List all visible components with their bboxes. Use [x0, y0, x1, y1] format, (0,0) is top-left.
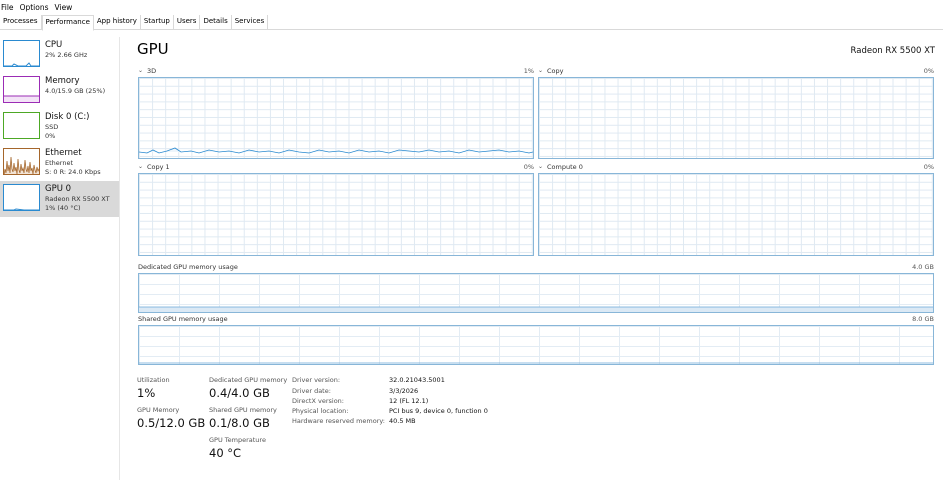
tab-app-history[interactable]: App history [94, 15, 141, 30]
ethernet-sparkline [4, 156, 39, 174]
gpu-temperature-value: 40 °C [209, 446, 242, 460]
dedicated-memory-value: 0.4/4.0 GB [209, 386, 270, 400]
graph-3d [138, 77, 534, 159]
chevron-down-icon[interactable]: ⌄ [538, 163, 543, 170]
graph-copy [538, 77, 934, 159]
driver-date-label: Driver date: [292, 387, 331, 395]
sidebar-item-label: Memory [45, 76, 80, 86]
tab-bar: Processes Performance App history Startu… [0, 15, 943, 31]
graph-percent-3d: 1% [523, 67, 534, 75]
engine-select-copy-1[interactable]: Copy 1 [147, 163, 170, 171]
utilization-label: Utilization [137, 376, 170, 384]
memory-thumbnail-graph [3, 76, 40, 103]
shared-memory-label: Shared GPU memory [209, 406, 277, 414]
engine-select-compute-0[interactable]: Compute 0 [547, 163, 583, 171]
driver-version-value: 32.0.21043.5001 [389, 376, 445, 384]
sidebar-item-label: Ethernet [45, 148, 82, 158]
hardware-reserved-memory-value: 40.5 MB [389, 417, 416, 425]
gpu-temperature-label: GPU Temperature [209, 436, 266, 444]
ethernet-thumbnail-graph [3, 148, 40, 175]
shared-memory-max: 8.0 GB [912, 315, 934, 323]
tab-processes[interactable]: Processes [0, 15, 42, 30]
sidebar-item-detail: Radeon RX 5500 XT [45, 195, 110, 203]
graph-percent-copy: 0% [923, 67, 934, 75]
sidebar-item-label: Disk 0 (C:) [45, 112, 90, 122]
sidebar-item-label: GPU 0 [45, 184, 72, 194]
page-title: GPU [137, 40, 169, 58]
engine-select-3d[interactable]: 3D [147, 67, 156, 75]
resource-sidebar: CPU 2% 2.66 GHz Memory 4.0/15.9 GB (25%)… [0, 37, 120, 480]
sidebar-item-cpu[interactable]: CPU 2% 2.66 GHz [0, 37, 119, 73]
sidebar-item-disk[interactable]: Disk 0 (C:) SSD 0% [0, 109, 119, 145]
graph-percent-copy-1: 0% [523, 163, 534, 171]
sidebar-item-detail: SSD [45, 123, 59, 131]
gpu-model-name: Radeon RX 5500 XT [850, 46, 935, 56]
cpu-sparkline [4, 62, 39, 66]
cpu-thumbnail-graph [3, 40, 40, 67]
shared-memory-graph [138, 325, 934, 365]
hardware-reserved-memory-label: Hardware reserved memory: [292, 417, 385, 425]
engine-select-copy[interactable]: Copy [547, 67, 564, 75]
sidebar-item-memory[interactable]: Memory 4.0/15.9 GB (25%) [0, 73, 119, 109]
dedicated-memory-label: Dedicated GPU memory [209, 376, 288, 384]
tab-services[interactable]: Services [232, 15, 269, 30]
sidebar-item-detail: 2% 2.66 GHz [45, 51, 88, 59]
dedicated-memory-max: 4.0 GB [912, 263, 934, 271]
sidebar-item-detail-2: 1% (40 °C) [45, 204, 81, 212]
shared-memory-value: 0.1/8.0 GB [209, 416, 270, 430]
sidebar-item-detail: 4.0/15.9 GB (25%) [45, 87, 106, 95]
sidebar-item-detail: Ethernet [45, 159, 73, 167]
menu-view[interactable]: View [52, 3, 76, 12]
tab-performance[interactable]: Performance [41, 15, 94, 31]
memory-sparkline [4, 95, 39, 102]
physical-location-value: PCI bus 9, device 0, function 0 [389, 407, 488, 415]
sidebar-item-label: CPU [45, 40, 63, 50]
menu-file[interactable]: File [0, 3, 17, 12]
dedicated-memory-fill [139, 306, 933, 312]
physical-location-label: Physical location: [292, 407, 349, 415]
menu-options[interactable]: Options [17, 3, 52, 12]
menu-bar: File Options View [0, 0, 943, 14]
gpu-memory-label: GPU Memory [137, 406, 180, 414]
dedicated-memory-graph [138, 273, 934, 313]
chevron-down-icon[interactable]: ⌄ [138, 67, 143, 74]
chevron-down-icon[interactable]: ⌄ [538, 67, 543, 74]
tab-details[interactable]: Details [200, 15, 232, 30]
disk-thumbnail-graph [3, 112, 40, 139]
shared-memory-graph-label: Shared GPU memory usage [138, 315, 228, 323]
driver-version-label: Driver version: [292, 376, 341, 384]
graph-copy-1 [138, 173, 534, 256]
dedicated-memory-graph-label: Dedicated GPU memory usage [138, 263, 238, 271]
graph-3d-line [139, 147, 533, 154]
graph-percent-compute-0: 0% [923, 163, 934, 171]
tab-startup[interactable]: Startup [141, 15, 174, 30]
directx-version-value: 12 (FL 12.1) [389, 397, 429, 405]
tab-users[interactable]: Users [174, 15, 201, 30]
gpu-thumbnail-graph [3, 184, 40, 211]
graph-compute-0 [538, 173, 934, 256]
sidebar-item-gpu[interactable]: GPU 0 Radeon RX 5500 XT 1% (40 °C) [0, 181, 119, 217]
sidebar-item-detail-2: S: 0 R: 24.0 Kbps [45, 168, 101, 176]
gpu-memory-value: 0.5/12.0 GB [137, 416, 206, 430]
gpu-sparkline [4, 208, 39, 210]
sidebar-item-ethernet[interactable]: Ethernet Ethernet S: 0 R: 24.0 Kbps [0, 145, 119, 181]
directx-version-label: DirectX version: [292, 397, 344, 405]
sidebar-item-detail-2: 0% [45, 132, 56, 140]
gpu-detail-panel: GPU Radeon RX 5500 XT ⌄ 3D 1% ⌄ Copy 0% … [136, 37, 936, 477]
driver-date-value: 3/3/2026 [389, 387, 419, 395]
shared-memory-fill [139, 362, 933, 364]
chevron-down-icon[interactable]: ⌄ [138, 163, 143, 170]
utilization-value: 1% [137, 386, 156, 400]
